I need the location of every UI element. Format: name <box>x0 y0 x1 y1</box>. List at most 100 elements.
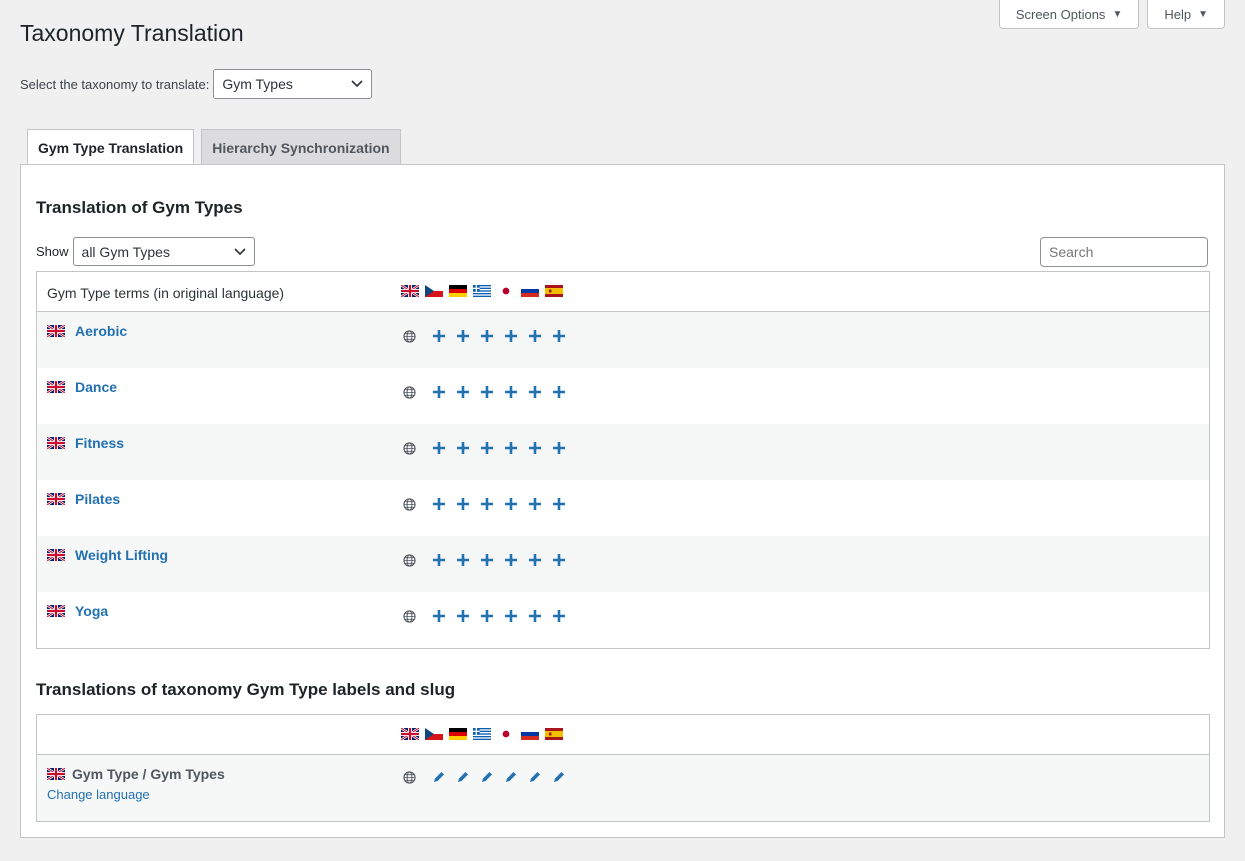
term-link[interactable]: Yoga <box>75 603 108 619</box>
add-translation-es-plus-icon[interactable] <box>547 548 571 572</box>
search-input[interactable] <box>1040 237 1208 267</box>
term-row: Aerobic <box>37 312 1209 368</box>
add-translation-es-plus-icon[interactable] <box>547 492 571 516</box>
taxonomy-select-value: Gym Types <box>222 76 293 92</box>
add-translation-cz-plus-icon[interactable] <box>427 492 451 516</box>
add-translation-es-plus-icon[interactable] <box>547 604 571 628</box>
globe-icon <box>403 441 416 455</box>
edit-label-ru-pencil-icon[interactable] <box>523 767 547 787</box>
globe-icon <box>403 609 416 623</box>
gb-flag-icon <box>47 768 65 780</box>
taxonomy-select-label: Select the taxonomy to translate: <box>20 76 210 92</box>
edit-label-de-pencil-icon[interactable] <box>451 767 475 787</box>
add-translation-jp-plus-icon[interactable] <box>499 436 523 460</box>
edit-label-jp-pencil-icon[interactable] <box>499 767 523 787</box>
add-translation-de-plus-icon[interactable] <box>451 380 475 404</box>
term-row: Pilates <box>37 480 1209 536</box>
terms-table-body: Aerobic Dance Fitness Pilates Weight Lifting… <box>37 312 1209 648</box>
change-language-link[interactable]: Change language <box>47 787 150 802</box>
show-filter-select[interactable]: all Gym Types <box>72 237 255 266</box>
add-translation-de-plus-icon[interactable] <box>451 492 475 516</box>
language-flags-header <box>401 728 563 740</box>
term-link[interactable]: Aerobic <box>75 323 127 339</box>
translation-panel: Translation of Gym Types Show all Gym Ty… <box>20 164 1225 838</box>
gb-flag-icon <box>47 493 65 505</box>
add-translation-jp-plus-icon[interactable] <box>499 380 523 404</box>
term-link[interactable]: Fitness <box>75 435 124 451</box>
add-translation-gr-plus-icon[interactable] <box>475 548 499 572</box>
ru-flag-icon <box>521 285 539 297</box>
language-flags-header <box>401 285 563 297</box>
show-filter-row: Show all Gym Types <box>36 237 255 266</box>
add-translation-es-plus-icon[interactable] <box>547 324 571 348</box>
label-text: Gym Type / Gym Types <box>72 766 225 782</box>
add-translation-ru-plus-icon[interactable] <box>523 324 547 348</box>
globe-icon <box>403 329 416 343</box>
add-translation-ru-plus-icon[interactable] <box>523 548 547 572</box>
edit-label-cz-pencil-icon[interactable] <box>427 767 451 787</box>
add-translation-gr-plus-icon[interactable] <box>475 324 499 348</box>
edit-label-gr-pencil-icon[interactable] <box>475 767 499 787</box>
add-translation-jp-plus-icon[interactable] <box>499 492 523 516</box>
term-link[interactable]: Pilates <box>75 491 120 507</box>
add-translation-cz-plus-icon[interactable] <box>427 548 451 572</box>
gb-flag-icon <box>401 728 419 740</box>
es-flag-icon <box>545 728 563 740</box>
tab-hierarchy-synchronization[interactable]: Hierarchy Synchronization <box>201 129 401 165</box>
terms-table: Gym Type terms (in original language) Ae… <box>36 271 1210 649</box>
term-link[interactable]: Dance <box>75 379 117 395</box>
add-translation-de-plus-icon[interactable] <box>451 436 475 460</box>
add-translation-de-plus-icon[interactable] <box>451 324 475 348</box>
add-translation-de-plus-icon[interactable] <box>451 604 475 628</box>
gb-flag-icon <box>401 285 419 297</box>
add-translation-jp-plus-icon[interactable] <box>499 548 523 572</box>
translation-actions <box>403 324 571 348</box>
help-label: Help <box>1164 6 1192 22</box>
jp-flag-icon <box>497 285 515 297</box>
add-translation-jp-plus-icon[interactable] <box>499 604 523 628</box>
gr-flag-icon <box>473 285 491 297</box>
add-translation-cz-plus-icon[interactable] <box>427 380 451 404</box>
gb-flag-icon <box>47 549 65 561</box>
gr-flag-icon <box>473 728 491 740</box>
add-translation-cz-plus-icon[interactable] <box>427 436 451 460</box>
term-link[interactable]: Weight Lifting <box>75 547 168 563</box>
add-translation-cz-plus-icon[interactable] <box>427 324 451 348</box>
add-translation-es-plus-icon[interactable] <box>547 436 571 460</box>
chevron-down-icon <box>233 247 246 255</box>
terms-section-title: Translation of Gym Types <box>36 198 243 217</box>
translation-actions <box>403 436 571 460</box>
add-translation-de-plus-icon[interactable] <box>451 548 475 572</box>
ru-flag-icon <box>521 728 539 740</box>
add-translation-cz-plus-icon[interactable] <box>427 604 451 628</box>
add-translation-es-plus-icon[interactable] <box>547 380 571 404</box>
term-column-header: Gym Type terms (in original language) <box>47 285 285 301</box>
tab-gym-type-translation[interactable]: Gym Type Translation <box>27 129 195 166</box>
gb-flag-icon <box>47 605 65 617</box>
screen-meta-links: Screen Options ▼ Help ▼ <box>998 0 1225 29</box>
taxonomy-select[interactable]: Gym Types <box>213 69 373 99</box>
add-translation-jp-plus-icon[interactable] <box>499 324 523 348</box>
tab-bar: Gym Type Translation Hierarchy Synchroni… <box>27 129 401 166</box>
add-translation-ru-plus-icon[interactable] <box>523 604 547 628</box>
gb-flag-icon <box>47 325 65 337</box>
help-button[interactable]: Help ▼ <box>1147 0 1225 29</box>
edit-label-es-pencil-icon[interactable] <box>547 767 571 787</box>
screen-options-button[interactable]: Screen Options ▼ <box>998 0 1140 29</box>
add-translation-gr-plus-icon[interactable] <box>475 436 499 460</box>
translation-actions <box>403 492 571 516</box>
terms-table-header: Gym Type terms (in original language) <box>37 272 1209 312</box>
gb-flag-icon <box>47 381 65 393</box>
add-translation-gr-plus-icon[interactable] <box>475 492 499 516</box>
de-flag-icon <box>449 285 467 297</box>
add-translation-gr-plus-icon[interactable] <box>475 604 499 628</box>
term-row: Dance <box>37 368 1209 424</box>
globe-icon <box>403 770 416 784</box>
cz-flag-icon <box>425 728 443 740</box>
add-translation-ru-plus-icon[interactable] <box>523 380 547 404</box>
add-translation-ru-plus-icon[interactable] <box>523 436 547 460</box>
globe-icon <box>403 553 416 567</box>
add-translation-ru-plus-icon[interactable] <box>523 492 547 516</box>
jp-flag-icon <box>497 728 515 740</box>
add-translation-gr-plus-icon[interactable] <box>475 380 499 404</box>
